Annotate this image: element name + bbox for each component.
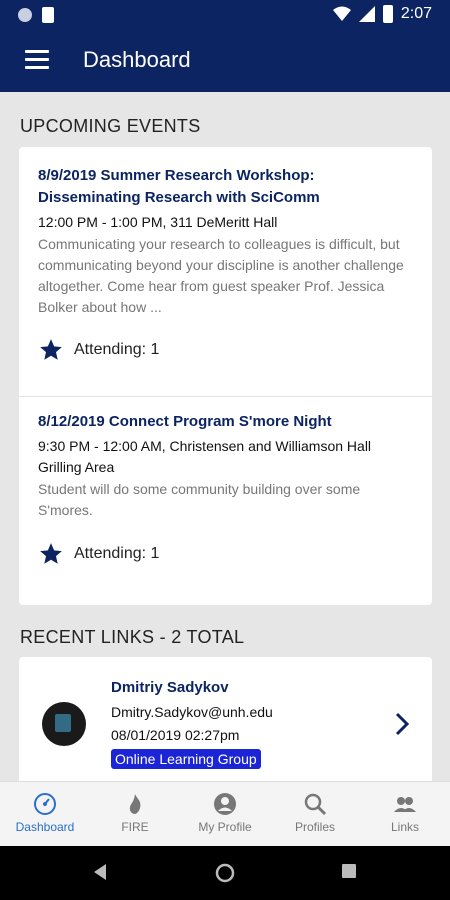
event-title[interactable]: 8/9/2019 Summer Research Workshop: Disse… — [38, 165, 418, 209]
avatar — [42, 702, 86, 746]
star-icon[interactable] — [38, 541, 64, 567]
back-icon[interactable] — [92, 863, 108, 881]
events-card: 8/9/2019 Summer Research Workshop: Disse… — [19, 147, 432, 605]
status-bar: 2:07 — [0, 0, 450, 30]
event-description: Communicating your research to colleague… — [38, 236, 404, 315]
sim-card-icon — [42, 7, 54, 23]
link-email: Dmitry.Sadykov@unh.edu — [111, 704, 273, 720]
attending-count: Attending: 1 — [74, 341, 160, 358]
event-description: Student will do some community building … — [38, 481, 361, 518]
attending-row[interactable]: Attending: 1 — [38, 541, 159, 567]
home-icon[interactable] — [215, 863, 235, 883]
menu-icon[interactable] — [25, 50, 49, 70]
link-date: 08/01/2019 02:27pm — [111, 727, 240, 743]
chevron-right-icon[interactable] — [394, 712, 410, 736]
nav-my-profile[interactable]: My Profile — [180, 782, 270, 846]
bottom-nav: Dashboard FIRE My Profile Profiles Links — [0, 781, 450, 846]
event-item[interactable]: 8/12/2019 Connect Program S'more Night 9… — [19, 397, 432, 605]
recents-icon[interactable] — [341, 863, 357, 879]
event-time: 9:30 PM - 12:00 AM, Christensen and Will… — [38, 438, 372, 475]
nav-fire[interactable]: FIRE — [90, 782, 180, 846]
attending-count: Attending: 1 — [74, 545, 160, 562]
nav-label: My Profile — [198, 820, 252, 834]
signal-icon — [358, 6, 375, 22]
fire-icon — [129, 794, 141, 814]
nav-label: Links — [390, 820, 419, 834]
system-nav-bar — [0, 846, 450, 900]
group-badge: Online Learning Group — [111, 749, 261, 769]
event-time: 12:00 PM - 1:00 PM, 311 DeMeritt Hall — [38, 214, 278, 230]
app-bar: Dashboard — [0, 30, 450, 92]
link-name[interactable]: Dmitriy Sadykov — [111, 679, 229, 696]
battery-icon — [382, 5, 393, 23]
people-icon — [394, 797, 416, 812]
attending-row[interactable]: Attending: 1 — [38, 337, 159, 363]
event-item[interactable]: 8/9/2019 Summer Research Workshop: Disse… — [19, 147, 432, 395]
dashboard-icon — [34, 793, 56, 815]
nav-profiles[interactable]: Profiles — [270, 782, 360, 846]
page-title: Dashboard — [83, 47, 191, 72]
notification-dot-icon — [18, 8, 32, 22]
nav-label: FIRE — [121, 820, 149, 834]
nav-label: Dashboard — [15, 820, 75, 834]
nav-label: Profiles — [294, 820, 335, 834]
link-card[interactable]: Dmitriy Sadykov Dmitry.Sadykov@unh.edu 0… — [19, 657, 432, 781]
event-title[interactable]: 8/12/2019 Connect Program S'more Night — [38, 411, 418, 433]
upcoming-events-heading: UPCOMING EVENTS — [20, 116, 201, 136]
nav-links[interactable]: Links — [360, 782, 450, 846]
account-circle-icon — [214, 793, 236, 815]
wifi-icon — [332, 6, 351, 21]
search-icon — [304, 793, 327, 816]
status-time: 2:07 — [400, 5, 432, 22]
star-icon[interactable] — [38, 337, 64, 363]
nav-dashboard[interactable]: Dashboard — [0, 782, 90, 846]
recent-links-heading: RECENT LINKS - 2 TOTAL — [20, 627, 245, 647]
